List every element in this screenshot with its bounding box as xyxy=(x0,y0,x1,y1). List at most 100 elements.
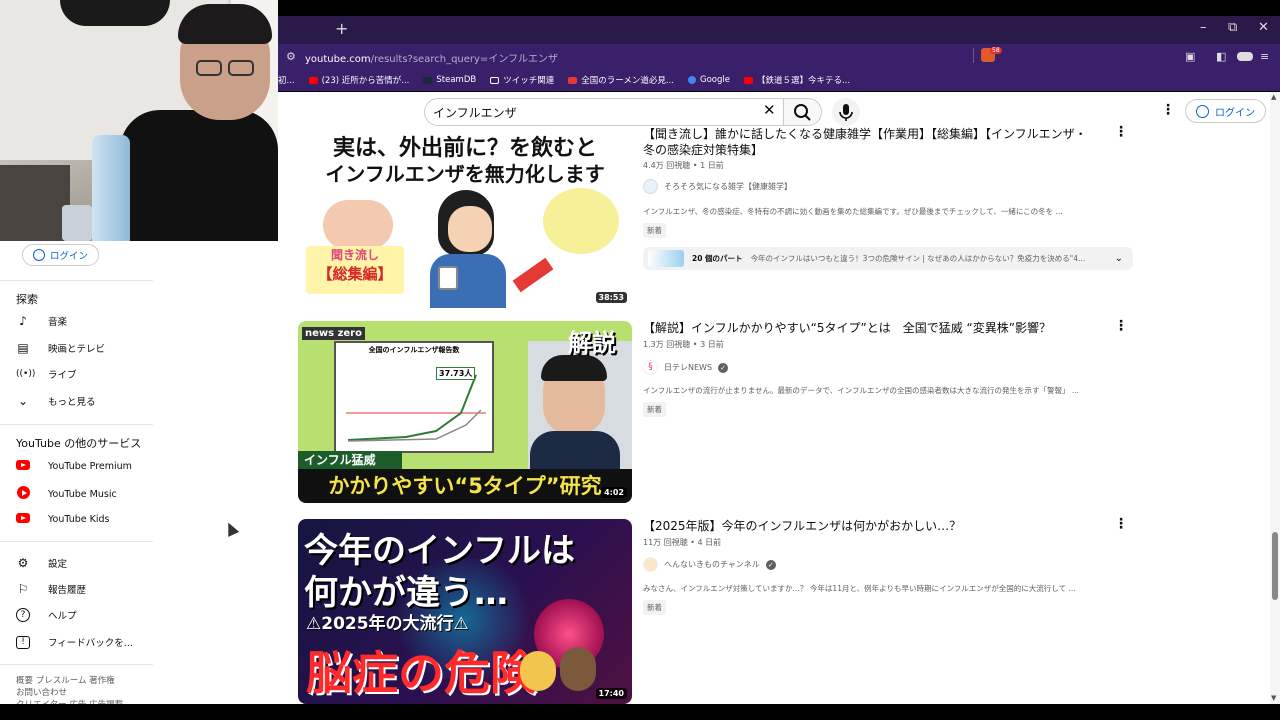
bookmark-item[interactable]: (23) 近所から苦情が... xyxy=(308,74,409,86)
video-description: インフルエンザの流行が止まりません。最新のデータで、インフルエンザの全国の感染者… xyxy=(643,386,1080,395)
video-meta: 4.4万 回視聴 • 1 日前 xyxy=(643,161,724,170)
scrollbar-thumb[interactable] xyxy=(1272,532,1278,600)
site-info-icon[interactable]: ⚙ xyxy=(286,50,296,63)
url-text[interactable]: youtube.com/results?search_query=インフルエンザ xyxy=(305,50,558,65)
channel-row[interactable]: § 日テレNEWS ✓ xyxy=(643,360,729,375)
bookmark-item[interactable]: SteamDB xyxy=(423,75,476,85)
settings-menu-icon[interactable]: ⋮ xyxy=(1161,102,1175,118)
bookmark-item[interactable]: Google xyxy=(688,75,730,85)
red-arrow-illustration xyxy=(512,257,554,293)
new-badge: 新着 xyxy=(643,600,666,615)
footer-links-row1[interactable]: 概要 プレスルーム 著作権 xyxy=(16,675,115,687)
webcam-overlay xyxy=(0,0,278,241)
scroll-up-icon[interactable]: ▲ xyxy=(1271,93,1276,101)
video-title[interactable]: 【聞き流し】誰かに話したくなる健康雑学【作業用】【総集編】【インフルエンザ・冬の… xyxy=(643,126,1093,158)
thumb-caption: かかりやすい“5タイプ”研究 xyxy=(298,469,632,503)
sidebar-divider xyxy=(0,280,153,281)
youtube-icon xyxy=(308,76,318,84)
verified-icon: ✓ xyxy=(765,559,776,570)
channel-row[interactable]: そろそろ気になる雑学【健康雑学】 xyxy=(643,179,792,194)
new-badge: 新着 xyxy=(643,223,666,238)
cam-can xyxy=(62,205,92,241)
scroll-down-icon[interactable]: ▼ xyxy=(1271,694,1276,702)
sidebar-item-music[interactable]: ♪ 音楽 xyxy=(16,314,67,328)
cam-shelf xyxy=(0,165,70,241)
explore-title: 探索 xyxy=(16,293,38,306)
video-menu-icon[interactable]: ⋮ xyxy=(1114,124,1128,140)
menu-icon[interactable]: ≡ xyxy=(1260,50,1269,63)
cam-glasses-left xyxy=(196,60,222,76)
panel-icon[interactable]: ◧ xyxy=(1216,50,1226,63)
cam-glasses-right xyxy=(228,60,254,76)
youtube-music-icon xyxy=(16,486,30,499)
thumb-headline: 脳症の危険 xyxy=(306,646,536,700)
profile-icon[interactable] xyxy=(1237,52,1253,61)
search-button[interactable] xyxy=(784,98,822,126)
thumb-tag: 聞き流し 【総集編】 xyxy=(306,246,404,294)
login-button[interactable]: ログイン xyxy=(1185,99,1266,123)
video-description: みなさん、インフルエンザ対策していますか…？ 今年は11月と、例年よりも早い時期… xyxy=(643,584,1076,593)
minimize-button[interactable]: – xyxy=(1200,20,1207,35)
video-menu-icon[interactable]: ⋮ xyxy=(1114,318,1128,334)
anchor-suit xyxy=(530,431,620,471)
duration-badge: 38:53 xyxy=(595,292,627,303)
search-input[interactable]: インフルエンザ xyxy=(433,104,517,121)
voice-search-button[interactable] xyxy=(832,98,860,126)
video-title[interactable]: 【解説】インフルかかりやすい“5タイプ”とは 全国で猛威 “変異株”影響？ xyxy=(643,320,1093,336)
google-icon xyxy=(688,76,696,84)
bookmark-item[interactable]: 初... xyxy=(278,74,295,86)
clear-search-icon[interactable]: ✕ xyxy=(763,101,776,119)
chevron-down-icon: ⌄ xyxy=(17,394,29,408)
sidebar-divider xyxy=(0,664,153,665)
restore-button[interactable]: ⧉ xyxy=(1228,20,1237,35)
thumb-headline: インフルエンザを無力化します xyxy=(325,162,605,186)
close-window-button[interactable]: ✕ xyxy=(1258,20,1269,35)
thumb-chart: 全国のインフルエンザ報告数 37.73人 xyxy=(334,341,494,453)
services-title: YouTube の他のサービス xyxy=(16,437,142,450)
bookmark-folder[interactable]: ツイッチ関連 xyxy=(490,74,554,86)
bookmark-item[interactable]: 【鉄道５選】今キテる... xyxy=(743,74,850,86)
sidebar-item-report-history[interactable]: ⚐ 報告履歴 xyxy=(16,582,86,596)
sidebar-item-kids[interactable]: YouTube Kids xyxy=(16,512,110,526)
bookmark-item[interactable]: 全国のラーメン道必見... xyxy=(568,74,674,86)
anchor-hair xyxy=(541,355,607,381)
sidebar-divider xyxy=(0,541,153,542)
sidebar-item-more[interactable]: ⌄ もっと見る xyxy=(16,394,96,408)
video-thumbnail[interactable]: 今年のインフルは 何かが違う… ⚠2025年の大流行⚠ 脳症の危険 17:40 xyxy=(298,519,632,704)
scrollbar-track[interactable] xyxy=(1270,92,1280,704)
sidebar-toggle-icon[interactable]: ▣ xyxy=(1185,50,1195,63)
cam-bottle xyxy=(92,135,130,241)
sidebar-item-settings[interactable]: ⚙ 設定 xyxy=(16,556,67,570)
character-illustration xyxy=(560,647,596,691)
sidebar-item-help[interactable]: ? ヘルプ xyxy=(16,608,77,622)
footer-links-row3[interactable]: クリエイター 広告 広告掲載 xyxy=(16,699,123,704)
news-zero-logo: news zero xyxy=(302,327,365,340)
channel-row[interactable]: へんないきものチャンネル ✓ xyxy=(643,557,776,572)
youtube-icon xyxy=(743,76,753,84)
video-title[interactable]: 【2025年版】今年のインフルエンザは何かがおかしい…？ xyxy=(643,518,1093,534)
search-icon xyxy=(794,104,811,121)
site-icon xyxy=(568,76,578,84)
sidebar-item-feedback[interactable]: ! フィードバックを... xyxy=(16,635,133,649)
chapters-bar[interactable]: 20 個のパート 今年のインフルはいつもと違う！3つの危険サイン | なぜあの人… xyxy=(643,247,1133,270)
sidebar-item-movies[interactable]: ▤ 映画とテレビ xyxy=(16,341,105,355)
sick-people-illustration xyxy=(323,200,393,250)
footer-links-row2[interactable]: お問い合わせ xyxy=(16,687,67,699)
verified-icon: ✓ xyxy=(718,362,729,373)
shield-count-badge: 58 xyxy=(990,47,1002,54)
flag-icon: ⚐ xyxy=(17,582,29,596)
video-thumbnail[interactable]: news zero 全国のインフルエンザ報告数 37.73人 解説 インフル猛威… xyxy=(298,321,632,503)
sidebar-item-music-app[interactable]: YouTube Music xyxy=(16,486,117,502)
channel-avatar: § xyxy=(643,360,658,375)
video-menu-icon[interactable]: ⋮ xyxy=(1114,516,1128,532)
sidebar-login-button[interactable]: ログイン xyxy=(22,244,100,266)
steamdb-icon xyxy=(423,76,433,84)
person-face xyxy=(448,206,492,252)
video-meta: 11万 回視聴 • 4 日前 xyxy=(643,538,722,547)
cam-person-body xyxy=(120,110,278,241)
sidebar-item-premium[interactable]: YouTube Premium xyxy=(16,459,132,473)
new-tab-button[interactable]: + xyxy=(335,19,348,38)
sidebar-item-live[interactable]: ((•)) ライブ xyxy=(16,367,77,381)
video-thumbnail[interactable]: 実は、外出前に？を飲むと インフルエンザを無力化します 聞き流し 【総集編】 3… xyxy=(298,128,632,308)
chevron-down-icon[interactable]: ⌄ xyxy=(1115,253,1123,264)
